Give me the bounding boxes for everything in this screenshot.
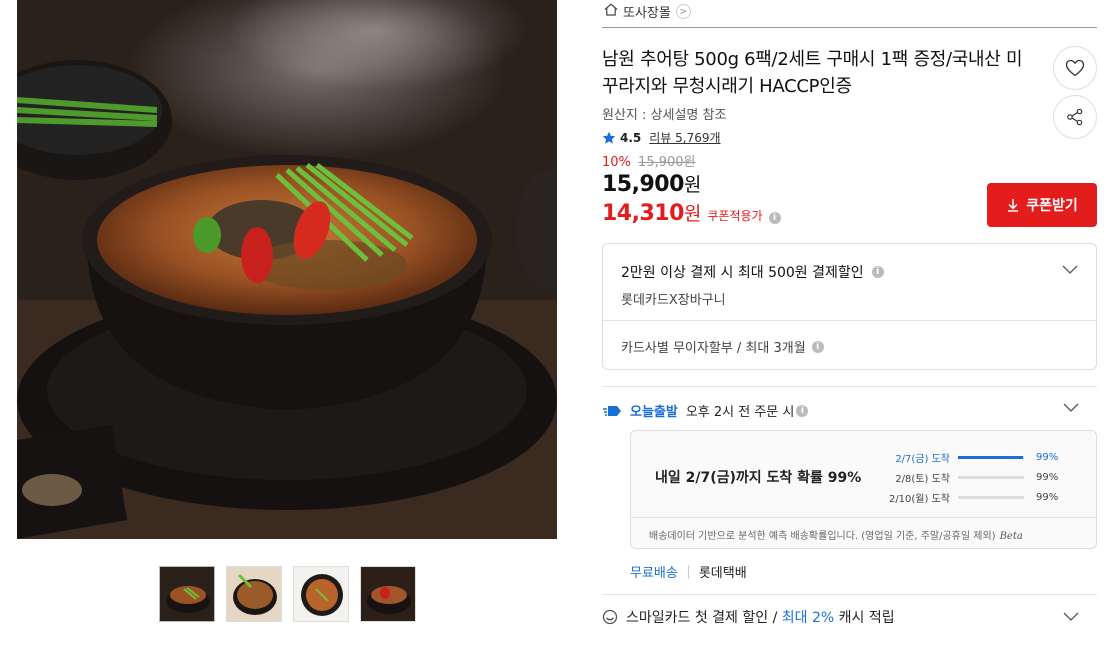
discount-row: 10% 15,900원 <box>602 151 696 170</box>
heart-icon <box>1065 59 1085 77</box>
delivery-date: 2/10(월) 도착 <box>888 493 950 505</box>
shop-name[interactable]: 또사장몰 <box>623 2 671 21</box>
download-icon <box>1008 199 1019 212</box>
shop-link[interactable]: 또사장몰 > <box>604 2 691 21</box>
free-shipping-label: 무료배송 <box>630 566 678 581</box>
shop-divider <box>602 27 1097 28</box>
smile-suffix: 캐시 적립 <box>834 610 895 626</box>
home-icon <box>604 3 618 20</box>
wishlist-button[interactable] <box>1053 46 1097 90</box>
probability-bar <box>958 475 1024 479</box>
thumbnail-4[interactable] <box>360 566 416 622</box>
chevron-down-icon[interactable] <box>1063 401 1079 416</box>
rating-summary: 4.5 리뷰 5,769개 <box>602 129 721 146</box>
separator <box>687 564 689 579</box>
probability-bar <box>958 495 1024 499</box>
installment-text: 카드사별 무이자할부 / 최대 3개월 <box>621 341 806 356</box>
beta-label: Beta <box>999 531 1023 542</box>
review-count-link[interactable]: 리뷰 5,769개 <box>649 129 720 146</box>
benefit-divider <box>603 320 1096 321</box>
section-divider <box>602 594 1097 595</box>
delivery-row: 2/8(토) 도착 99% <box>881 467 1091 487</box>
coupon-button-label: 쿠폰받기 <box>1026 198 1078 214</box>
info-icon[interactable]: i <box>796 404 809 417</box>
info-icon[interactable]: i <box>871 266 884 278</box>
star-icon <box>602 131 616 144</box>
smile-card-benefit-row[interactable]: 스마일카드 첫 결제 할인 / 최대 2% 캐시 적립 <box>602 607 1097 627</box>
delivery-date: 2/7(금) 도착 <box>895 453 950 465</box>
product-main-image[interactable] <box>17 0 557 539</box>
section-divider <box>602 386 1097 387</box>
delivery-row: 2/10(월) 도착 99% <box>881 487 1091 507</box>
chevron-down-icon[interactable] <box>1062 262 1078 278</box>
discount-rate: 10% <box>602 155 631 170</box>
coupon-applied-label: 쿠폰적용가 <box>707 209 763 223</box>
delivery-probability-list: 2/7(금) 도착 99% 2/8(토) 도착 99% 2/10(월) 도착 9… <box>881 447 1091 507</box>
today-shipping-badge: 오늘출발 <box>630 405 678 420</box>
delivery-divider <box>631 517 1096 518</box>
thumbnail-1[interactable] <box>159 566 215 622</box>
thumbnail-2[interactable] <box>226 566 282 622</box>
coupon-price: 14,310원 쿠폰적용가 i <box>602 199 781 226</box>
coupon-price-unit: 원 <box>683 203 702 225</box>
delivery-note-text: 배송데이터 기반으로 분석한 예측 배송확률입니다. (영업일 기준, 주말/공… <box>649 531 996 542</box>
thumbnail-3[interactable] <box>293 566 349 622</box>
sale-price-number: 15,900 <box>602 172 684 197</box>
delivery-probability-headline: 내일 2/7(금)까지 도착 확률 99% <box>655 470 862 486</box>
coupon-price-number: 14,310 <box>602 201 684 226</box>
chevron-down-icon[interactable] <box>1063 609 1079 625</box>
origin-info: 원산지 : 상세설명 참조 <box>602 108 727 123</box>
probability-bar <box>958 455 1024 459</box>
chueotang-photo <box>17 0 557 539</box>
sale-price: 15,900원 <box>602 170 701 197</box>
fast-delivery-icon <box>603 405 621 416</box>
sale-price-unit: 원 <box>683 174 701 196</box>
benefit-title-row[interactable]: 2만원 이상 결제 시 최대 500원 결제할인 i <box>621 262 884 282</box>
smile-card-icon <box>602 609 618 625</box>
info-icon[interactable]: i <box>768 212 781 224</box>
delivery-pct: 99% <box>1036 471 1059 483</box>
today-shipping-row[interactable]: 오늘출발 오후 2시 전 주문 시 i <box>602 401 1097 420</box>
delivery-pct: 99% <box>1036 451 1059 463</box>
delivery-date: 2/8(토) 도착 <box>895 473 950 485</box>
payment-benefit-box: 2만원 이상 결제 시 최대 500원 결제할인 i 롯데카드X장바구니 카드사… <box>602 243 1097 370</box>
benefit-subtitle: 롯데카드X장바구니 <box>621 293 726 308</box>
smile-highlight: 최대 2% <box>781 610 835 626</box>
delivery-row: 2/7(금) 도착 99% <box>881 447 1091 467</box>
carrier-name: 롯데택배 <box>698 566 747 581</box>
share-icon <box>1067 108 1083 126</box>
chevron-right-icon: > <box>675 4 691 19</box>
benefit-title: 2만원 이상 결제 시 최대 500원 결제할인 <box>621 265 864 281</box>
rating-score: 4.5 <box>620 130 642 145</box>
delivery-probability-box: 내일 2/7(금)까지 도착 확률 99% 2/7(금) 도착 99% 2/8(… <box>630 430 1097 549</box>
delivery-note: 배송데이터 기반으로 분석한 예측 배송확률입니다. (영업일 기준, 주말/공… <box>649 527 1023 542</box>
share-button[interactable] <box>1053 95 1097 139</box>
free-shipping-row: 무료배송 롯데택배 <box>630 562 747 581</box>
coupon-download-button[interactable]: 쿠폰받기 <box>987 183 1097 227</box>
info-icon[interactable]: i <box>811 340 824 353</box>
product-title: 남원 추어탕 500g 6팩/2세트 구매시 1팩 증정/국내산 미꾸라지와 무… <box>602 49 1023 97</box>
thumbnail-list <box>159 566 416 622</box>
shipping-cutoff: 오후 2시 전 주문 시 <box>685 405 795 420</box>
installment-row[interactable]: 카드사별 무이자할부 / 최대 3개월 i <box>621 337 824 356</box>
original-price: 15,900원 <box>638 155 696 170</box>
smile-prefix: 스마일카드 첫 결제 할인 / <box>626 610 782 626</box>
delivery-pct: 99% <box>1036 491 1059 503</box>
